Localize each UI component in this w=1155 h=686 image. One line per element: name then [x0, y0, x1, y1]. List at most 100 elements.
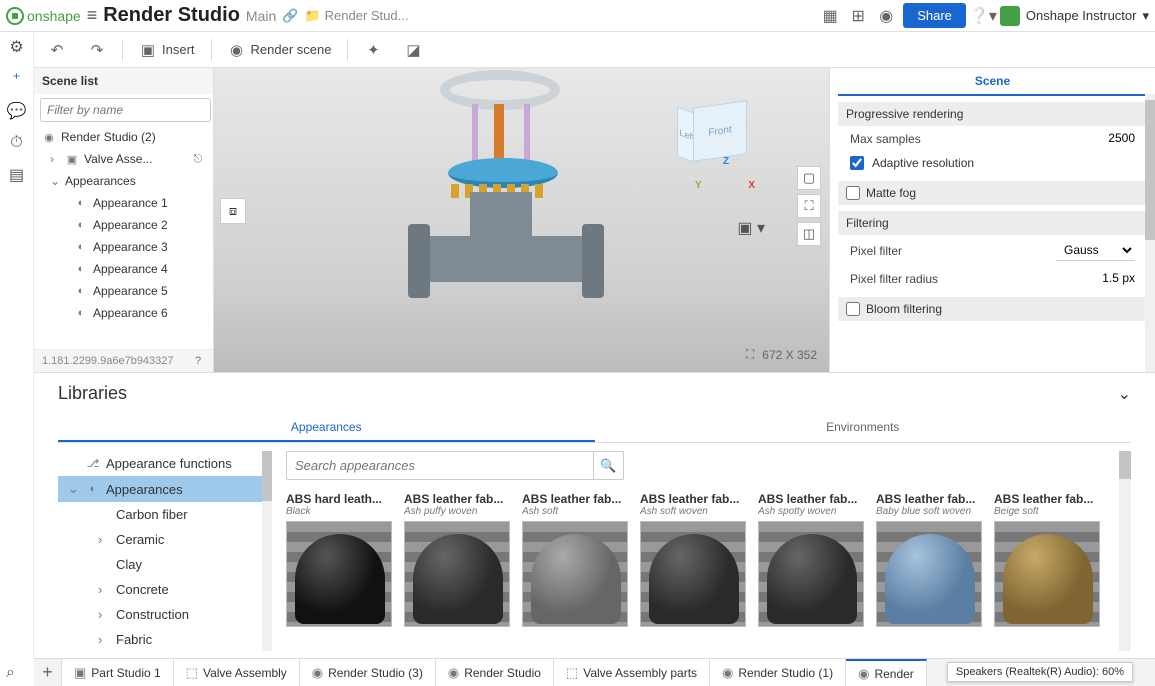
hamburger-icon[interactable]: ≡	[87, 5, 98, 26]
document-tab[interactable]: ◉Render Studio (1)	[710, 659, 846, 686]
pixel-radius-label: Pixel filter radius	[850, 272, 1057, 286]
appearance-swatch[interactable]: ABS leather fab...Ash spotty woven	[758, 492, 864, 627]
appearance-search-button[interactable]: 🔍	[594, 451, 624, 480]
appearance-item[interactable]: ◐Appearance 2	[34, 214, 213, 236]
pin-icon[interactable]: ⎋	[191, 152, 205, 166]
redo-button[interactable]: ↷	[82, 37, 112, 63]
document-title[interactable]: Render Studio	[103, 4, 240, 27]
tab-label: Valve Assembly parts	[583, 666, 697, 680]
scene-item-appearances[interactable]: ⌄Appearances	[34, 170, 213, 192]
view-mode-dropdown[interactable]: ▣ ▾	[737, 218, 765, 238]
insert-button[interactable]: ▣Insert	[133, 37, 201, 63]
display-mode-button[interactable]: ◫	[797, 222, 821, 246]
collapse-libraries-icon[interactable]: ⌄	[1118, 384, 1131, 404]
section-view-button[interactable]: ⛶	[797, 194, 821, 218]
libraries-title: Libraries	[58, 383, 127, 404]
search-document-icon[interactable]: ⌕	[6, 664, 15, 682]
tree-item[interactable]: ›Fabric	[58, 627, 272, 651]
appearance-item[interactable]: ◐Appearance 4	[34, 258, 213, 280]
tab-appearances[interactable]: Appearances	[58, 414, 595, 442]
add-app-icon[interactable]: ⊞	[847, 5, 869, 27]
axis-x: X	[748, 180, 755, 191]
swatch-name: ABS leather fab...	[994, 492, 1100, 506]
document-tab[interactable]: ⬚Valve Assembly	[174, 659, 300, 686]
feature-tree-icon[interactable]: ⚙	[6, 36, 28, 58]
view-cube-front[interactable]: Front	[693, 100, 747, 162]
swatch-name: ABS leather fab...	[404, 492, 510, 506]
chevron-down-icon: ⌄	[50, 174, 60, 188]
folder-crumb[interactable]: 📁 Render Stud...	[304, 8, 408, 24]
branch-label[interactable]: Main	[246, 8, 276, 24]
appearance-item[interactable]: ◐Appearance 3	[34, 236, 213, 258]
add-icon[interactable]: ⁺	[6, 68, 28, 90]
document-tab[interactable]: ◉Render	[846, 659, 927, 686]
pixel-radius-input[interactable]	[1065, 271, 1135, 286]
properties-scrollbar[interactable]	[1145, 94, 1155, 372]
tree-scrollbar[interactable]	[262, 451, 272, 651]
properties-panel: Scene Progressive rendering Max samples …	[829, 68, 1155, 372]
appearance-item[interactable]: ◐Appearance 1	[34, 192, 213, 214]
learn-icon[interactable]: ◉	[875, 5, 897, 27]
appearance-icon: ◐	[74, 306, 88, 320]
tree-item[interactable]: ›Construction	[58, 602, 272, 627]
comments-icon[interactable]: 💬	[6, 100, 28, 122]
appearance-label: Appearance 6	[93, 306, 168, 320]
tree-item[interactable]: ⌄◐Appearances	[58, 476, 272, 502]
tree-item[interactable]: Carbon fiber	[58, 502, 272, 527]
share-button[interactable]: Share	[903, 3, 966, 28]
chevron-right-icon: ›	[50, 152, 60, 166]
search-icon: 🔍	[600, 458, 616, 474]
document-tab[interactable]: ◉Render Studio (3)	[300, 659, 436, 686]
appearance-item[interactable]: ◐Appearance 5	[34, 280, 213, 302]
appearance-swatch[interactable]: ABS leather fab...Baby blue soft woven	[876, 492, 982, 627]
appearance-search-input[interactable]	[286, 451, 594, 480]
fit-view-button[interactable]: ▢	[797, 166, 821, 190]
help-small-icon[interactable]: ?	[191, 354, 205, 368]
tab-environments[interactable]: Environments	[595, 414, 1132, 442]
pixel-filter-select[interactable]: Gauss	[1056, 240, 1135, 261]
app-store-icon[interactable]: ▦	[819, 5, 841, 27]
document-tab[interactable]: ⬚ Valve Assembly parts	[554, 659, 710, 686]
appearance-icon: ◐	[74, 196, 88, 210]
adaptive-resolution-checkbox[interactable]	[850, 156, 864, 170]
swatch-thumbnail	[640, 521, 746, 627]
tree-item[interactable]: ›Concrete	[58, 577, 272, 602]
matte-fog-checkbox[interactable]	[846, 186, 860, 200]
scene-root[interactable]: ◉Render Studio (2)	[34, 126, 213, 148]
scene-item-valve[interactable]: ›▣Valve Asse...⎋	[34, 148, 213, 170]
crop-icon[interactable]: ⛶	[746, 347, 754, 362]
tree-item[interactable]: ⎇Appearance functions	[58, 451, 272, 476]
tree-item[interactable]: Clay	[58, 552, 272, 577]
versions-icon[interactable]: ▤	[6, 164, 28, 186]
appearance-swatch[interactable]: ABS leather fab...Ash soft	[522, 492, 628, 627]
add-tab-button[interactable]: +	[34, 659, 62, 686]
history-icon[interactable]: ⏱	[6, 132, 28, 154]
render-scene-button[interactable]: ◉Render scene	[222, 37, 338, 63]
appearance-swatch[interactable]: ABS leather fab...Ash soft woven	[640, 492, 746, 627]
logo[interactable]: onshape	[6, 7, 81, 25]
link-icon[interactable]: 🔗	[282, 8, 298, 24]
tab-icon: ⬚	[566, 665, 578, 681]
swatch-scrollbar[interactable]	[1119, 451, 1131, 651]
properties-tab-scene[interactable]: Scene	[838, 68, 1147, 96]
bloom-checkbox[interactable]	[846, 302, 860, 316]
appearance-item[interactable]: ◐ Appearance 6	[34, 302, 213, 324]
render-scene-label: Render scene	[251, 42, 332, 57]
appearance-swatch[interactable]: ABS hard leath...Black	[286, 492, 392, 627]
scene-filter-input[interactable]	[40, 98, 211, 122]
document-tab[interactable]: ◉Render Studio	[436, 659, 554, 686]
viewport-dimensions: ⛶ 672 X 352	[746, 347, 817, 362]
camera-frame-button[interactable]: ⧈	[220, 198, 246, 224]
appearance-swatch[interactable]: ABS leather fab...Ash puffy woven	[404, 492, 510, 627]
undo-button[interactable]: ↶	[42, 37, 72, 63]
document-tab[interactable]: ▣Part Studio 1	[62, 659, 174, 686]
viewport-3d[interactable]: ⧈ Left Front Z Y X ▣ ▾ ▢ ⛶ ◫ ⛶ 672 X 352	[214, 68, 829, 372]
tree-item[interactable]: ›Ceramic	[58, 527, 272, 552]
denoiser-button[interactable]: ✦	[358, 37, 388, 63]
appearance-swatch[interactable]: ABS leather fab...Beige soft	[994, 492, 1100, 627]
max-samples-input[interactable]	[1065, 131, 1135, 146]
adaptive-resolution-label: Adaptive resolution	[872, 156, 974, 170]
camera-tool-button[interactable]: ◪	[398, 37, 428, 63]
user-menu[interactable]: Onshape Instructor ▾	[1000, 6, 1149, 26]
help-icon[interactable]: ❔▾	[972, 5, 994, 27]
